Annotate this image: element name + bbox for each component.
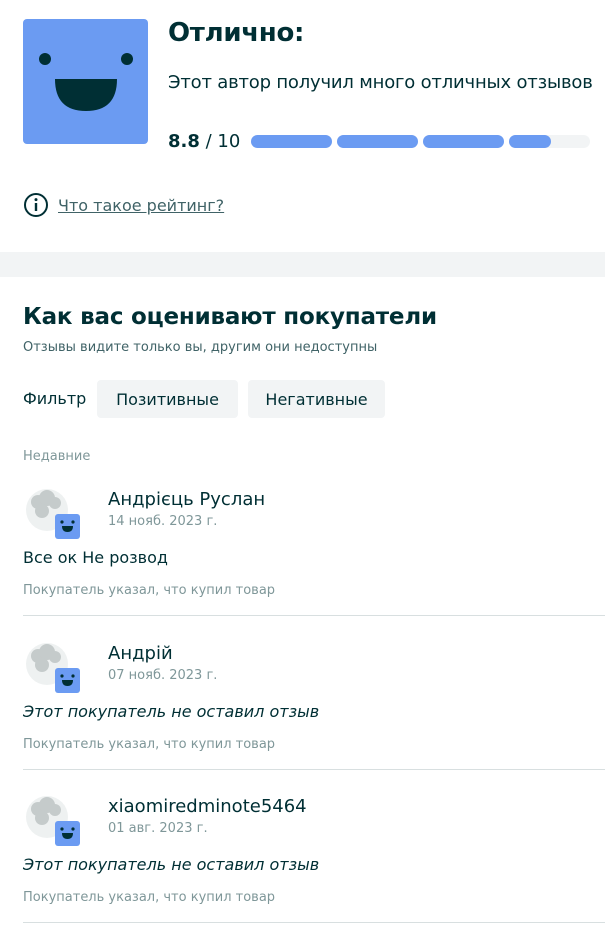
review-item: Андрієць Руслан 14 нояб. 2023 г. Все ок … <box>0 486 605 639</box>
section-title: Как вас оценивают покупатели <box>23 304 437 330</box>
rating-bar-fill <box>337 135 418 148</box>
review-date: 07 нояб. 2023 г. <box>108 668 218 683</box>
review-text: Все ок Не розвод <box>23 548 168 567</box>
reviewer-name: xiaomiredminote5464 <box>108 796 307 817</box>
rating-bar-segment <box>337 135 418 148</box>
section-subtitle: Отзывы видите только вы, другим они недо… <box>23 340 378 355</box>
review-date: 01 авг. 2023 г. <box>108 821 208 836</box>
review-separator <box>23 922 605 923</box>
rating-bar-segment <box>509 135 590 148</box>
review-date: 14 нояб. 2023 г. <box>108 514 218 529</box>
rating-bar-segment <box>423 135 504 148</box>
rating-verdict: Отлично: <box>168 18 305 48</box>
smiley-face-icon <box>23 19 148 144</box>
what-is-rating-link[interactable]: Что такое рейтинг? <box>58 196 224 215</box>
rating-info-row[interactable]: Что такое рейтинг? <box>23 192 224 218</box>
review-text: Этот покупатель не оставил отзыв <box>23 855 320 874</box>
filter-positive-button[interactable]: Позитивные <box>97 380 238 418</box>
review-separator <box>23 615 605 616</box>
section-divider <box>0 252 605 277</box>
avatar <box>25 640 81 696</box>
rating-card: Отлично: Этот автор получил много отличн… <box>0 0 605 252</box>
score-max: / 10 <box>205 131 241 152</box>
rating-bar-segment <box>251 135 332 148</box>
avatar <box>25 793 81 849</box>
rating-description: Этот автор получил много отличных отзыво… <box>168 72 593 93</box>
filter-label: Фильтр <box>23 389 87 408</box>
review-separator <box>23 769 605 770</box>
review-item: xiaomiredminote5464 01 авг. 2023 г. Этот… <box>0 793 605 929</box>
info-icon <box>24 193 48 217</box>
rating-score: 8.8 / 10 <box>168 131 240 152</box>
recent-label: Недавние <box>23 449 91 464</box>
avatar <box>25 486 81 542</box>
score-value: 8.8 <box>168 131 200 152</box>
rating-bar-fill <box>251 135 332 148</box>
rating-bar-fill <box>509 135 552 148</box>
reviewer-name: Андрій <box>108 643 173 664</box>
rating-bar-fill <box>423 135 504 148</box>
review-item: Андрій 07 нояб. 2023 г. Этот покупатель … <box>0 640 605 793</box>
purchase-note: Покупатель указал, что купил товар <box>23 583 276 598</box>
reviewer-name: Андрієць Руслан <box>108 489 266 510</box>
filter-negative-button[interactable]: Негативные <box>248 380 385 418</box>
review-text: Этот покупатель не оставил отзыв <box>23 702 320 721</box>
purchase-note: Покупатель указал, что купил товар <box>23 890 276 905</box>
purchase-note: Покупатель указал, что купил товар <box>23 737 276 752</box>
